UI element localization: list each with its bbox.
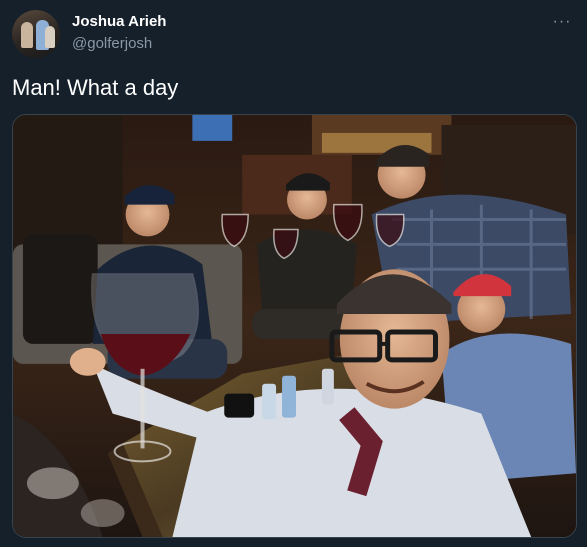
avatar-figure [21,22,33,48]
tweet-text: Man! What a day [12,75,179,100]
author-handle[interactable]: @golferjosh [72,35,152,52]
photo-illustration [13,115,576,537]
avatar-figure [45,26,55,48]
author-display-name[interactable]: Joshua Arieh [72,13,166,30]
author-avatar[interactable] [12,10,60,58]
tweet-card: Joshua Arieh @golferjosh ··· Man! What a… [0,0,587,547]
more-options-icon[interactable]: ··· [551,12,573,32]
tweet-photo[interactable] [12,114,577,538]
